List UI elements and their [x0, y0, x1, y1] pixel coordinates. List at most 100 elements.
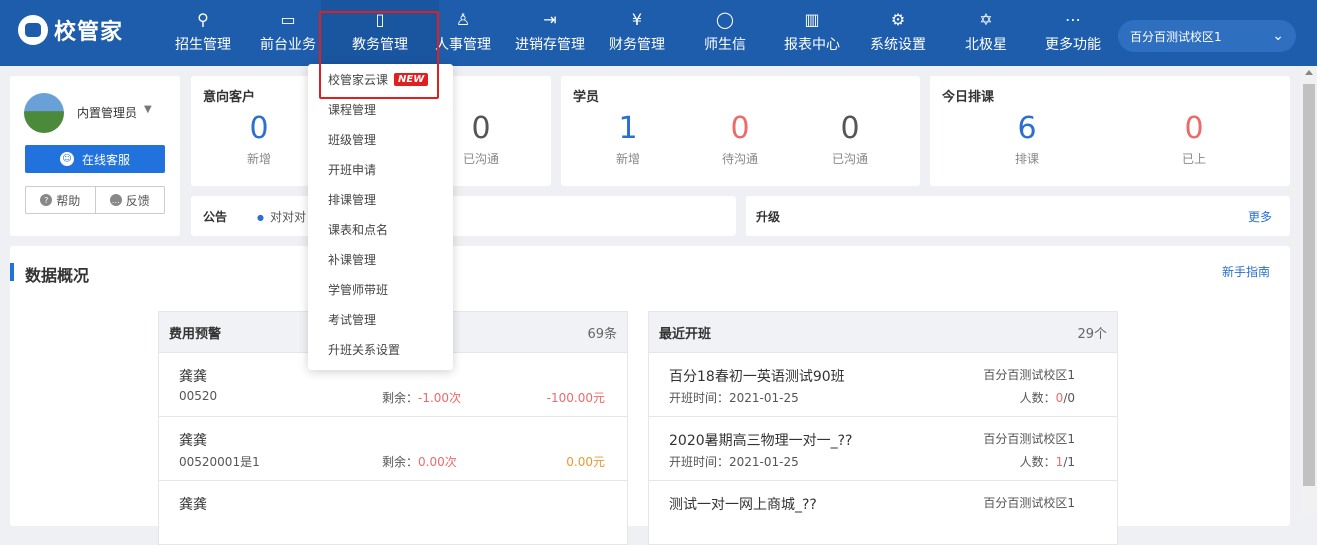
- stat-pending[interactable]: 0 待沟通: [695, 110, 785, 167]
- notice-item[interactable]: 对对对: [257, 208, 306, 225]
- nav-item-reports[interactable]: ▥ 报表中心: [779, 0, 845, 66]
- upgrade-title: 升级: [756, 210, 781, 224]
- nav-label: 北极星: [965, 37, 1007, 53]
- stat-scheduled[interactable]: 6 排课: [982, 110, 1072, 167]
- stat-new[interactable]: 1 新增: [583, 110, 673, 167]
- section-accent-bar: [10, 263, 14, 281]
- menu-item-makeup[interactable]: 补课管理: [308, 244, 453, 274]
- help-button[interactable]: ? 帮助: [26, 187, 96, 213]
- card-title: 意向客户: [203, 90, 256, 105]
- nav-item-enrollment[interactable]: ⚲ 招生管理: [170, 0, 236, 66]
- online-service-label: 在线客服: [81, 152, 130, 167]
- person-icon: ♙: [455, 9, 471, 29]
- feedback-icon: …: [109, 194, 122, 206]
- today-schedule-card: 今日排课 6 排课 0 已上: [930, 76, 1290, 186]
- card-title: 学员: [573, 90, 600, 105]
- nav-item-more[interactable]: ⋯ 更多功能: [1040, 0, 1106, 66]
- nav-label: 前台业务: [260, 37, 316, 53]
- nav-item-front-desk[interactable]: ▭ 前台业务: [255, 0, 321, 66]
- remain-label: 剩余：: [382, 391, 419, 405]
- question-icon: ?: [40, 194, 53, 206]
- nav-item-messages[interactable]: ◯ 师生信: [700, 0, 750, 66]
- brand-logo[interactable]: 校管家: [18, 14, 123, 46]
- list-item[interactable]: 龚龚 00520001是1 剩余：0.00次 0.00元: [159, 416, 627, 480]
- stat-label: 已上: [1181, 152, 1206, 166]
- student-code: 00520: [179, 389, 218, 403]
- people-total: /0: [1063, 391, 1075, 405]
- student-name: 龚龚: [179, 369, 207, 385]
- scroll-up-icon[interactable]: [1305, 70, 1313, 75]
- nav-label: 人事管理: [435, 37, 491, 53]
- stat-new[interactable]: 0 新增: [214, 110, 304, 167]
- nav-item-polaris[interactable]: ✡ 北极星: [960, 0, 1012, 66]
- caret-down-icon[interactable]: ▼: [144, 104, 152, 115]
- star-icon: ✡: [979, 9, 993, 29]
- panel-count[interactable]: 29个: [1077, 323, 1107, 342]
- menu-item-class-application[interactable]: 开班申请: [308, 154, 453, 184]
- stat-value: 0: [249, 111, 269, 146]
- campus-label: 百分百测试校区1: [1130, 29, 1222, 44]
- monitor-icon: ▭: [280, 9, 296, 29]
- class-people: 人数：1/1: [1020, 453, 1075, 470]
- upgrade-bar: 升级 更多: [746, 196, 1290, 236]
- gear-icon: ⚙: [890, 9, 906, 29]
- online-service-button[interactable]: ☺ 在线客服: [25, 145, 165, 173]
- remain: 剩余：0.00次: [382, 453, 457, 470]
- yen-shield-icon: ¥: [631, 9, 643, 29]
- list-item[interactable]: 2020暑期高三物理一对一_?? 开班时间：2021-01-25 百分百测试校区…: [649, 416, 1117, 480]
- stat-value: 0: [730, 111, 750, 146]
- nav-label: 招生管理: [175, 37, 231, 53]
- people-total: /1: [1063, 455, 1075, 469]
- brand-name: 校管家: [54, 20, 124, 45]
- user-card: 内置管理员 ▼ ☺ 在线客服 ? 帮助 … 反馈: [10, 76, 180, 236]
- menu-item-exam[interactable]: 考试管理: [308, 304, 453, 334]
- remain: 剩余：-1.00次: [382, 389, 461, 406]
- menu-item-timetable[interactable]: 课表和点名: [308, 214, 453, 244]
- stat-value: 6: [1017, 111, 1037, 146]
- people-label: 人数：: [1019, 391, 1056, 405]
- feedback-label: 反馈: [125, 193, 150, 208]
- menu-item-promotion[interactable]: 升班关系设置: [308, 334, 453, 364]
- user-name[interactable]: 内置管理员: [77, 104, 137, 121]
- stat-value: 1: [618, 111, 638, 146]
- stat-label: 待沟通: [721, 152, 758, 166]
- nav-item-settings[interactable]: ⚙ 系统设置: [865, 0, 931, 66]
- upgrade-more-link[interactable]: 更多: [1248, 208, 1272, 225]
- menu-item-course[interactable]: 课程管理: [308, 94, 453, 124]
- list-item[interactable]: 龚龚: [159, 480, 627, 544]
- section-title: 数据概况: [25, 266, 90, 285]
- remain-label: 剩余：: [382, 455, 419, 469]
- vertical-scrollbar[interactable]: [1301, 66, 1317, 514]
- feedback-button[interactable]: … 反馈: [96, 187, 165, 213]
- stat-done[interactable]: 0 已上: [1149, 110, 1239, 167]
- nav-label: 财务管理: [609, 37, 665, 53]
- menu-item-cloud-course[interactable]: 校管家云课 NEW: [308, 64, 453, 94]
- stat-contacted[interactable]: 0 已沟通: [805, 110, 895, 167]
- people-label: 人数：: [1019, 455, 1056, 469]
- nav-item-inventory[interactable]: ⇥ 进销存管理: [510, 0, 590, 66]
- menu-item-tutor[interactable]: 学管师带班: [308, 274, 453, 304]
- class-name: 百分18春初一英语测试90班: [669, 369, 845, 385]
- amount: 0.00元: [566, 455, 605, 469]
- menu-item-scheduling[interactable]: 排课管理: [308, 184, 453, 214]
- new-badge: NEW: [394, 72, 429, 86]
- list-item[interactable]: 百分18春初一英语测试90班 开班时间：2021-01-25 百分百测试校区1 …: [649, 352, 1117, 416]
- guide-link[interactable]: 新手指南: [1222, 263, 1270, 280]
- date-value: 2021-01-25: [729, 455, 799, 469]
- student-name: 龚龚: [179, 433, 207, 449]
- avatar[interactable]: [24, 93, 64, 133]
- menu-item-class[interactable]: 班级管理: [308, 124, 453, 154]
- nav-item-academic[interactable]: ▯ 教务管理: [321, 0, 439, 66]
- panel-count[interactable]: 69条: [587, 323, 617, 342]
- date-value: 2021-01-25: [729, 391, 799, 405]
- nav-item-hr[interactable]: ♙ 人事管理: [430, 0, 496, 66]
- campus-selector[interactable]: 百分百测试校区1 ⌄: [1118, 20, 1296, 52]
- list-item[interactable]: 测试一对一网上商城_?? 百分百测试校区1: [649, 480, 1117, 544]
- stat-label: 新增: [615, 152, 640, 166]
- nav-item-finance[interactable]: ¥ 财务管理: [604, 0, 670, 66]
- class-name: 测试一对一网上商城_??: [669, 497, 817, 513]
- nav-label: 报表中心: [784, 37, 840, 53]
- stat-label: 排课: [1014, 152, 1039, 166]
- scrollbar-thumb[interactable]: [1303, 84, 1315, 486]
- nav-label: 更多功能: [1045, 37, 1101, 53]
